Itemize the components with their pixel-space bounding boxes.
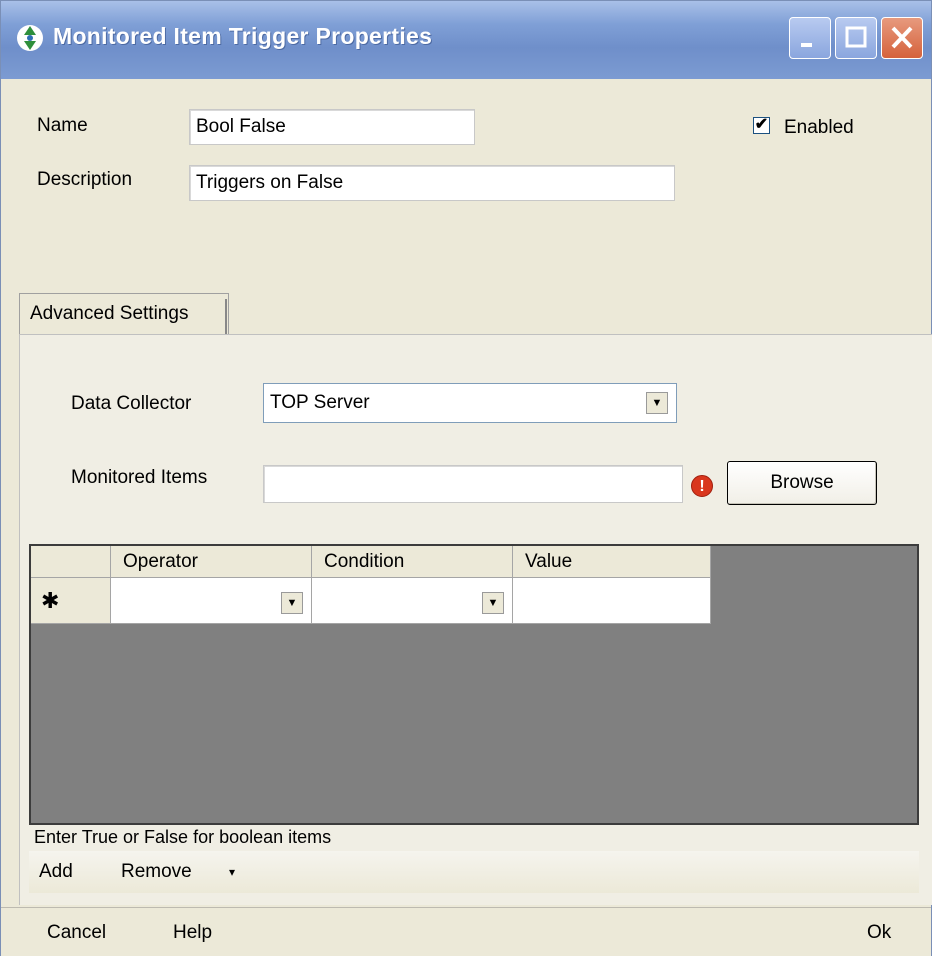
monitored-items-label: Monitored Items xyxy=(71,467,208,488)
data-collector-select[interactable]: TOP Server ▼ xyxy=(263,383,677,423)
enabled-checkbox[interactable]: ✔ xyxy=(753,117,770,134)
help-button[interactable]: Help xyxy=(173,922,212,944)
maximize-button[interactable] xyxy=(835,17,877,59)
data-collector-label: Data Collector xyxy=(71,393,192,414)
enabled-label: Enabled xyxy=(784,117,854,138)
ok-button[interactable]: Ok xyxy=(867,922,891,944)
app-icon xyxy=(17,25,43,51)
column-header-operator[interactable]: Operator xyxy=(111,546,312,578)
new-row-marker[interactable]: ✱ xyxy=(31,578,111,624)
close-button[interactable] xyxy=(881,17,923,59)
condition-cell[interactable]: ▼ xyxy=(312,578,513,624)
browse-button[interactable]: Browse xyxy=(727,461,877,505)
window-title: Monitored Item Trigger Properties xyxy=(53,23,433,49)
description-field[interactable]: Triggers on False xyxy=(189,165,675,201)
description-label: Description xyxy=(37,169,133,190)
grid-corner-header xyxy=(31,546,111,578)
dialog-footer: Cancel Help Ok xyxy=(1,908,931,956)
name-field[interactable]: Bool False xyxy=(189,109,475,145)
close-icon xyxy=(891,26,913,49)
tab-label: Advanced Settings xyxy=(30,303,189,324)
column-header-condition[interactable]: Condition xyxy=(312,546,513,578)
grid-toolbar: Add Remove ▾ xyxy=(29,851,919,893)
add-button[interactable]: Add xyxy=(39,861,73,883)
column-header-value[interactable]: Value xyxy=(513,546,711,578)
operator-cell[interactable]: ▼ xyxy=(111,578,312,624)
chevron-down-icon[interactable]: ▼ xyxy=(482,592,504,614)
dialog-window: Monitored Item Trigger Properties Name B… xyxy=(0,0,932,956)
hint-text: Enter True or False for boolean items xyxy=(34,827,332,847)
name-label: Name xyxy=(37,115,88,136)
monitored-items-field[interactable] xyxy=(263,465,683,503)
maximize-icon xyxy=(845,26,867,48)
minimize-button[interactable] xyxy=(789,17,831,59)
chevron-down-icon[interactable]: ▼ xyxy=(281,592,303,614)
chevron-down-icon[interactable]: ▾ xyxy=(229,865,235,879)
warning-icon: ! xyxy=(691,475,713,497)
cancel-button[interactable]: Cancel xyxy=(47,922,106,944)
chevron-down-icon[interactable]: ▼ xyxy=(646,392,668,414)
title-bar[interactable]: Monitored Item Trigger Properties xyxy=(1,1,931,79)
value-cell[interactable] xyxy=(513,578,711,624)
tab-edge xyxy=(225,299,227,335)
trigger-conditions-grid[interactable]: Operator Condition Value ✱ ▼ ▼ xyxy=(29,544,919,825)
minimize-icon xyxy=(801,43,812,47)
remove-button[interactable]: Remove xyxy=(121,861,192,883)
data-collector-value: TOP Server xyxy=(270,392,370,413)
tab-advanced-settings[interactable]: Advanced Settings xyxy=(19,293,229,335)
